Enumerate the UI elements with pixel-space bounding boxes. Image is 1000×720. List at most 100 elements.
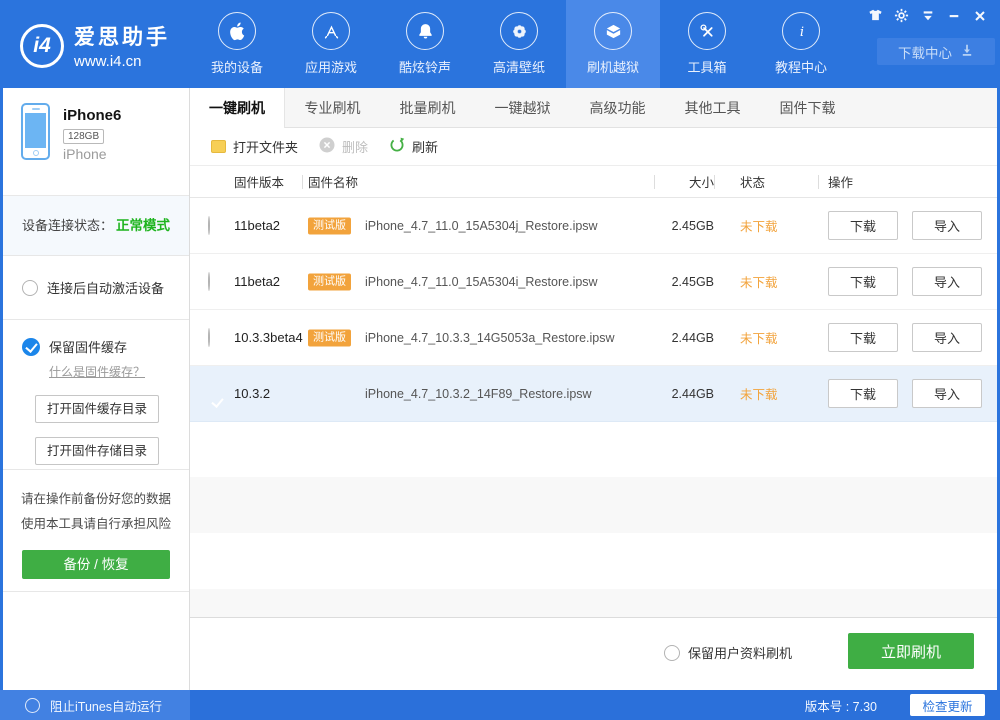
download-button[interactable]: 下载 — [828, 323, 898, 352]
firmware-size: 2.45GB — [671, 218, 714, 233]
firmware-status: 未下载 — [740, 220, 778, 234]
window-controls — [868, 8, 987, 23]
download-button[interactable]: 下载 — [828, 267, 898, 296]
backup-restore-button[interactable]: 备份 / 恢复 — [22, 550, 170, 579]
nav-label: 高清壁纸 — [492, 60, 545, 75]
device-name: iPhone6 — [63, 107, 122, 124]
flash-now-button[interactable]: 立即刷机 — [848, 633, 974, 669]
firmware-table-header: 固件版本 固件名称 大小 状态 操作 — [190, 166, 997, 198]
firmware-filename: iPhone_4.7_10.3.2_14F89_Restore.ipsw — [365, 386, 592, 401]
settings-gear-icon[interactable] — [894, 8, 909, 23]
firmware-cache-panel: 保留固件缓存 什么是固件缓存？ 打开固件缓存目录 打开固件存储目录 — [3, 320, 189, 470]
delete-button[interactable]: 删除 — [319, 137, 368, 156]
firmware-row[interactable]: 11beta2 测试版 iPhone_4.7_11.0_15A5304i_Res… — [190, 254, 997, 310]
download-button[interactable]: 下载 — [828, 379, 898, 408]
nav-item-apps-games[interactable]: 应用游戏 — [284, 0, 378, 88]
device-info-panel: iPhone6 128GB iPhone — [3, 88, 189, 196]
empty-table-row — [190, 477, 997, 533]
close-icon[interactable] — [972, 8, 987, 23]
block-itunes-radio[interactable] — [25, 697, 40, 713]
tab-firmware-download[interactable]: 固件下载 — [760, 88, 855, 127]
check-update-button[interactable]: 检查更新 — [910, 694, 985, 716]
firmware-version: 11beta2 — [234, 274, 281, 289]
backup-warning-panel: 请在操作前备份好您的数据 使用本工具请自行承担风险 备份 / 恢复 — [3, 470, 189, 592]
device-type: iPhone — [63, 146, 107, 162]
import-button[interactable]: 导入 — [912, 211, 982, 240]
nav-item-toolbox[interactable]: 工具箱 — [660, 0, 754, 88]
keep-user-data-label: 保留用户资料刷机 — [688, 646, 793, 661]
download-center-button[interactable]: 下载中心 — [877, 38, 995, 65]
beta-badge: 测试版 — [308, 273, 351, 290]
nav-item-tutorials[interactable]: i 教程中心 — [754, 0, 848, 88]
firmware-filename: iPhone_4.7_11.0_15A5304i_Restore.ipsw — [365, 274, 598, 289]
appstore-icon — [312, 12, 350, 50]
open-cache-dir-button[interactable]: 打开固件缓存目录 — [35, 395, 159, 423]
refresh-button[interactable]: 刷新 — [389, 137, 438, 156]
tab-batch-flash[interactable]: 批量刷机 — [380, 88, 475, 127]
auto-activate-radio[interactable] — [22, 279, 38, 296]
empty-table-row — [190, 422, 997, 477]
nav-label: 刷机越狱 — [586, 60, 639, 75]
keep-cache-checkbox[interactable] — [22, 337, 40, 356]
import-button[interactable]: 导入 — [912, 323, 982, 352]
beta-badge: 测试版 — [308, 329, 351, 346]
nav-item-flash-jailbreak[interactable]: 刷机越狱 — [566, 0, 660, 88]
nav-item-my-devices[interactable]: 我的设备 — [190, 0, 284, 88]
nav-item-ringtones[interactable]: 酷炫铃声 — [378, 0, 472, 88]
main-content: 一键刷机 专业刷机 批量刷机 一键越狱 高级功能 其他工具 固件下载 打开文件夹… — [190, 88, 997, 690]
minimize-icon[interactable] — [946, 8, 961, 23]
keep-user-data-radio[interactable] — [664, 644, 680, 661]
bell-icon — [406, 12, 444, 50]
skin-icon[interactable] — [868, 8, 883, 23]
nav-item-wallpapers[interactable]: 高清壁纸 — [472, 0, 566, 88]
tools-icon — [688, 12, 726, 50]
firmware-toolbar: 打开文件夹 删除 刷新 — [190, 128, 997, 166]
firmware-select-radio[interactable] — [208, 327, 210, 347]
keep-cache-label: 保留固件缓存 — [49, 340, 128, 355]
iphone-device-icon — [21, 103, 50, 160]
firmware-version: 10.3.3beta4 — [234, 330, 303, 345]
download-button[interactable]: 下载 — [828, 211, 898, 240]
open-folder-button[interactable]: 打开文件夹 — [211, 137, 298, 156]
connection-status-value: 正常模式 — [116, 218, 171, 233]
refresh-icon — [389, 137, 405, 156]
firmware-select-radio[interactable] — [208, 215, 210, 235]
empty-table-row — [190, 589, 997, 617]
delete-circle-icon — [319, 137, 335, 156]
cache-help-link[interactable]: 什么是固件缓存？ — [49, 363, 145, 380]
tab-one-click-jailbreak[interactable]: 一键越狱 — [475, 88, 570, 127]
firmware-select-radio[interactable] — [208, 271, 210, 291]
firmware-status: 未下载 — [740, 332, 778, 346]
empty-table-row — [190, 533, 997, 589]
import-button[interactable]: 导入 — [912, 267, 982, 296]
i4-logo-icon: i4 — [20, 23, 64, 68]
firmware-size: 2.44GB — [671, 386, 714, 401]
firmware-row[interactable]: 11beta2 测试版 iPhone_4.7_11.0_15A5304j_Res… — [190, 198, 997, 254]
firmware-status: 未下载 — [740, 276, 778, 290]
firmware-status: 未下载 — [740, 388, 778, 402]
import-button[interactable]: 导入 — [912, 379, 982, 408]
sidebar: iPhone6 128GB iPhone 设备连接状态： 正常模式 连接后自动激活… — [3, 88, 190, 690]
tab-other-tools[interactable]: 其他工具 — [665, 88, 760, 127]
firmware-row[interactable]: 10.3.3beta4 测试版 iPhone_4.7_10.3.3_14G505… — [190, 310, 997, 366]
app-logo: i4 爱思助手 www.i4.cn — [20, 21, 170, 70]
open-storage-dir-button[interactable]: 打开固件存储目录 — [35, 437, 159, 465]
warning-line-2: 使用本工具请自行承担风险 — [20, 517, 171, 531]
nav-label: 工具箱 — [687, 60, 727, 75]
svg-text:i: i — [799, 24, 803, 39]
nav-label: 酷炫铃声 — [398, 60, 451, 75]
app-url: www.i4.cn — [74, 53, 142, 70]
auto-activate-option: 连接后自动激活设备 — [3, 256, 189, 320]
tab-advanced[interactable]: 高级功能 — [570, 88, 665, 127]
titlebar: i4 爱思助手 www.i4.cn 我的设备 应用游戏 酷炫铃声 高清壁纸 刷机… — [0, 0, 1000, 88]
tab-one-click-flash[interactable]: 一键刷机 — [190, 88, 285, 128]
col-header-operations: 操作 — [818, 166, 997, 197]
main-nav: 我的设备 应用游戏 酷炫铃声 高清壁纸 刷机越狱 工具箱 i 教程中心 — [190, 0, 848, 88]
firmware-row-selected[interactable]: 10.3.2 iPhone_4.7_10.3.2_14F89_Restore.i… — [190, 366, 997, 422]
main-menu-icon[interactable] — [920, 8, 935, 23]
folder-icon — [211, 140, 226, 153]
connection-status-label: 设备连接状态： — [22, 218, 114, 233]
firmware-version: 10.3.2 — [234, 386, 271, 401]
tab-pro-flash[interactable]: 专业刷机 — [285, 88, 380, 127]
download-center-label: 下载中心 — [898, 45, 952, 61]
